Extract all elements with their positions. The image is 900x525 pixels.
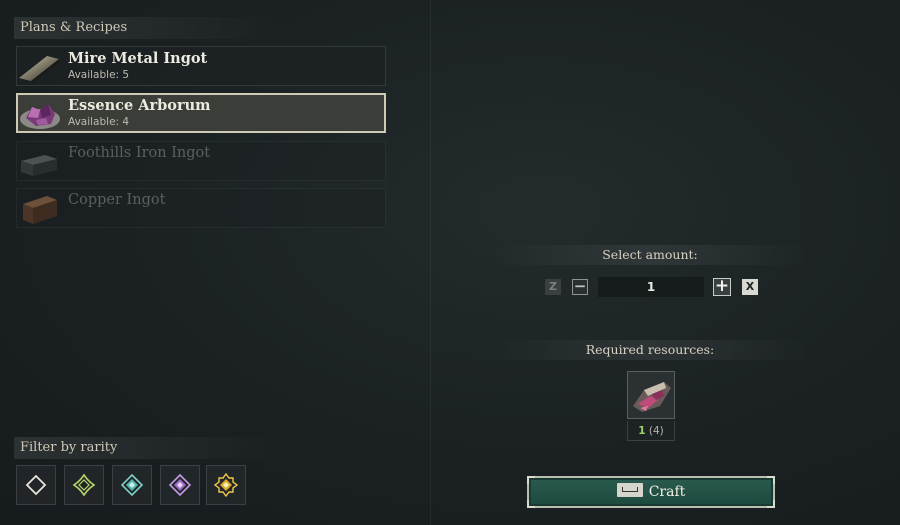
filter-uncommon-button[interactable] [64, 465, 104, 505]
resource-required-amount: 1 [638, 425, 646, 437]
filter-rare-button[interactable] [112, 465, 152, 505]
essence-arborum-resource-icon [633, 382, 671, 412]
decrease-amount-button[interactable]: − [572, 279, 588, 295]
spacebar-key-icon [616, 483, 643, 497]
recipe-essence-arborum[interactable]: Essence Arborum Available: 4 [16, 93, 386, 133]
filter-rarity-title: Filter by rarity [14, 437, 280, 459]
copper-ingot-icon [23, 196, 57, 224]
corner-ornament [767, 500, 775, 508]
recipe-available: Available: 4 [68, 116, 130, 128]
recipe-foothills-iron-ingot[interactable]: Foothills Iron Ingot [16, 141, 386, 181]
decrease-key-hint: Z [545, 279, 561, 295]
increase-amount-button[interactable]: + [713, 278, 731, 296]
resource-owned-amount: (4) [648, 425, 664, 437]
corner-ornament [527, 500, 535, 508]
filter-epic-button[interactable] [160, 465, 200, 505]
legendary-rarity-icon [214, 473, 238, 497]
recipe-name: Foothills Iron Ingot [68, 145, 211, 161]
select-amount-title: Select amount: [490, 245, 810, 265]
mire-metal-ingot-icon [19, 56, 59, 83]
panel-divider [430, 0, 431, 525]
recipe-name: Essence Arborum [68, 97, 211, 114]
amount-input[interactable] [598, 277, 704, 297]
corner-ornament [527, 476, 535, 484]
corner-ornament [767, 476, 775, 484]
craft-label: Craft [648, 484, 686, 500]
increase-key-hint: X [742, 279, 758, 295]
recipe-available: Available: 5 [68, 69, 130, 81]
plans-recipes-title: Plans & Recipes [14, 17, 280, 39]
filter-common-button[interactable] [16, 465, 56, 505]
filter-legendary-button[interactable] [206, 465, 246, 505]
common-rarity-icon [25, 474, 47, 496]
craft-button[interactable]: Craft [527, 476, 775, 508]
recipe-name: Mire Metal Ingot [68, 50, 208, 67]
recipe-mire-metal-ingot[interactable]: Mire Metal Ingot Available: 5 [16, 46, 386, 86]
resource-count: 1 (4) [627, 421, 675, 441]
epic-rarity-icon [168, 473, 192, 497]
recipe-name: Copper Ingot [68, 192, 166, 208]
resource-slot[interactable] [627, 371, 675, 419]
uncommon-rarity-icon [72, 473, 96, 497]
essence-arborum-icon [20, 104, 60, 129]
recipe-copper-ingot[interactable]: Copper Ingot [16, 188, 386, 228]
iron-ingot-icon [21, 155, 57, 176]
rare-rarity-icon [120, 473, 144, 497]
required-resources-title: Required resources: [490, 340, 810, 360]
